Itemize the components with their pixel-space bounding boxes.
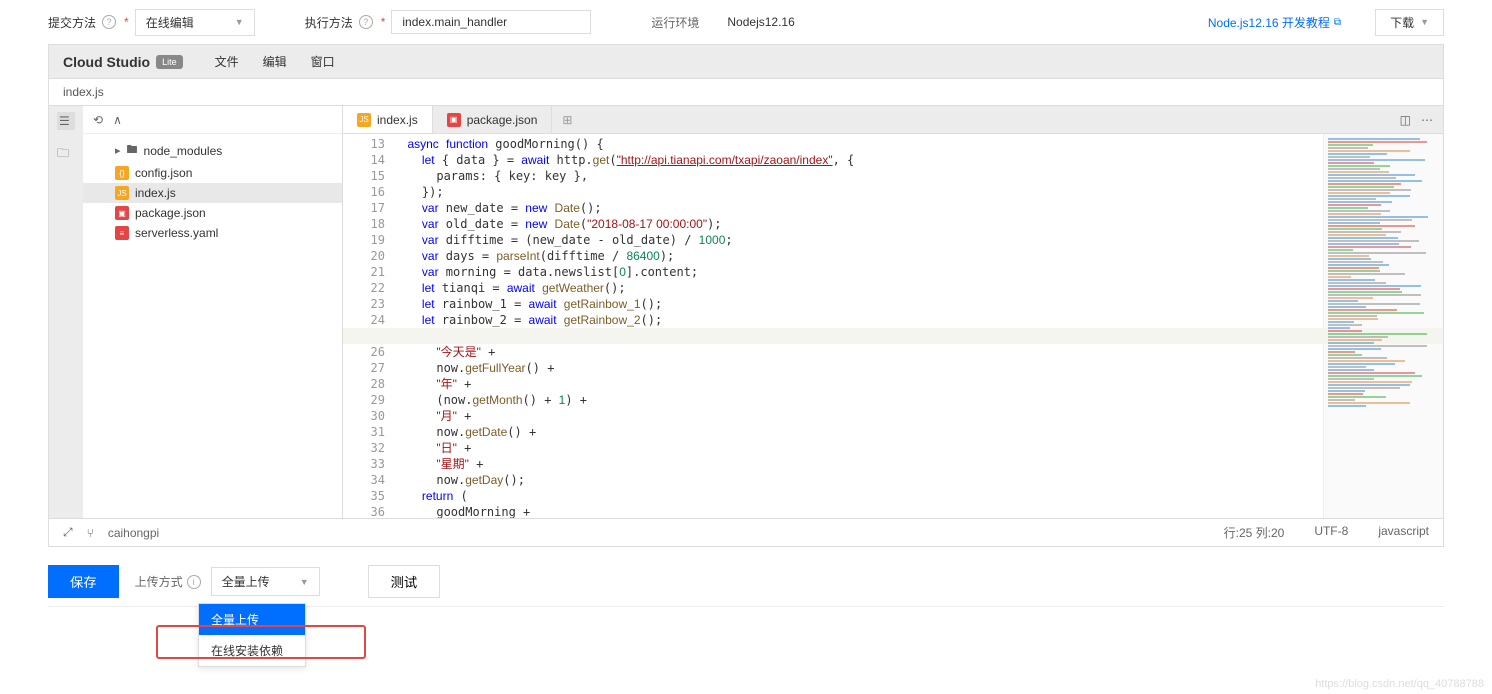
- top-bar: 提交方法 ? * 在线编辑 ▼ 执行方法 ? * index.main_hand…: [0, 0, 1492, 44]
- tab-bar: JS index.js ▣ package.json ⊞ ◫ ⋯: [343, 106, 1443, 134]
- split-editor-icon[interactable]: ◫: [1400, 113, 1411, 127]
- logo: Cloud Studio: [63, 54, 150, 70]
- download-button[interactable]: 下载 ▼: [1375, 9, 1444, 36]
- tree-item-index-js[interactable]: JS index.js: [83, 183, 342, 203]
- chevron-right-icon: ▸: [115, 144, 121, 157]
- chevron-down-icon: ▼: [300, 577, 309, 587]
- test-button[interactable]: 测试: [368, 565, 441, 598]
- tree-item-package-json[interactable]: ▣ package.json: [83, 203, 342, 223]
- folder-icon: 🖿: [127, 141, 138, 160]
- line-gutter: 1314151617181920212223242526272829303132…: [343, 134, 393, 518]
- tree-item-config-json[interactable]: {} config.json: [83, 163, 342, 183]
- runtime-value: Nodejs12.16: [727, 15, 794, 29]
- menu-edit[interactable]: 编辑: [251, 53, 299, 70]
- pkg-file-icon: ▣: [447, 113, 461, 127]
- branch-icon: ⑂: [87, 526, 94, 540]
- tree-item-node_modules[interactable]: ▸ 🖿 node_modules: [83, 138, 342, 163]
- code-area[interactable]: async function goodMorning() { let { dat…: [393, 134, 1323, 518]
- encoding[interactable]: UTF-8: [1314, 524, 1348, 541]
- tree-label: package.json: [135, 206, 206, 220]
- required-mark: *: [124, 15, 129, 29]
- expand-icon[interactable]: ⤢: [63, 525, 73, 540]
- submit-method-value: 在线编辑: [146, 14, 194, 31]
- file-tree: ▸ 🖿 node_modules {} config.json JS index.js ▣ pa…: [83, 134, 342, 518]
- tab-label: index.js: [377, 113, 418, 127]
- tree-label: config.json: [135, 166, 192, 180]
- outline-icon[interactable]: ☰: [57, 112, 75, 130]
- upload-dropdown-menu: 全量上传 在线安装依赖: [198, 603, 306, 667]
- language-mode[interactable]: javascript: [1378, 524, 1429, 541]
- tree-item-serverless-yaml[interactable]: ≡ serverless.yaml: [83, 223, 342, 243]
- chevron-down-icon: ▼: [1420, 17, 1429, 27]
- json-file-icon: {}: [115, 166, 129, 180]
- help-icon[interactable]: ?: [359, 15, 373, 29]
- tab-package-json[interactable]: ▣ package.json: [433, 106, 553, 133]
- tab-index-js[interactable]: JS index.js: [343, 106, 433, 133]
- editor-area: JS index.js ▣ package.json ⊞ ◫ ⋯ 1314151617181…: [343, 106, 1443, 518]
- editor-content[interactable]: 1314151617181920212223242526272829303132…: [343, 134, 1443, 518]
- add-tab-button[interactable]: ⊞: [552, 106, 582, 133]
- exec-method-input[interactable]: index.main_handler: [391, 10, 591, 34]
- file-explorer: ⟲ ∧ ▸ 🖿 node_modules {} config.json JS index.j…: [83, 106, 343, 518]
- minimap[interactable]: [1323, 134, 1443, 518]
- breadcrumb: index.js: [48, 78, 1444, 105]
- js-file-icon: JS: [357, 113, 371, 127]
- submit-method-label: 提交方法: [48, 14, 96, 31]
- required-mark: *: [381, 15, 386, 29]
- dropdown-item-install-deps[interactable]: 在线安装依赖: [199, 635, 305, 666]
- save-button[interactable]: 保存: [48, 565, 119, 598]
- status-bar: ⤢ ⑂ caihongpi 行:25 列:20 UTF-8 javascript: [48, 519, 1444, 547]
- ide-area: ☰ 🗀 ⟲ ∧ ▸ 🖿 node_modules {} config.json JS ind…: [48, 105, 1444, 519]
- tree-label: serverless.yaml: [135, 226, 218, 240]
- watermark: https://blog.csdn.net/qq_40788788: [1315, 678, 1484, 690]
- js-file-icon: JS: [115, 186, 129, 200]
- activity-bar: ☰ 🗀: [49, 106, 83, 518]
- help-icon[interactable]: i: [187, 575, 201, 589]
- tree-label: node_modules: [144, 144, 223, 158]
- tab-label: package.json: [467, 113, 538, 127]
- yaml-file-icon: ≡: [115, 226, 129, 240]
- tutorial-link[interactable]: Node.js12.16 开发教程 ⧉: [1208, 14, 1341, 31]
- files-icon[interactable]: 🗀: [57, 144, 75, 162]
- upload-method-label: 上传方式 i: [135, 573, 201, 590]
- sidebar-toolbar: ⟲ ∧: [83, 106, 342, 134]
- external-link-icon: ⧉: [1334, 17, 1341, 28]
- exec-method-label: 执行方法: [305, 14, 353, 31]
- collapse-icon[interactable]: ∧: [113, 113, 122, 127]
- menu-file[interactable]: 文件: [203, 53, 251, 70]
- chevron-down-icon: ▼: [235, 17, 244, 27]
- cursor-position[interactable]: 行:25 列:20: [1224, 524, 1285, 541]
- lite-badge: Lite: [156, 55, 183, 69]
- help-icon[interactable]: ?: [102, 15, 116, 29]
- more-icon[interactable]: ⋯: [1421, 113, 1433, 127]
- menu-bar: Cloud Studio Lite 文件 编辑 窗口: [48, 44, 1444, 78]
- refresh-icon[interactable]: ⟲: [93, 113, 103, 127]
- dropdown-item-full-upload[interactable]: 全量上传: [199, 604, 305, 635]
- tree-label: index.js: [135, 186, 176, 200]
- upload-method-dropdown[interactable]: 全量上传 ▼: [211, 567, 320, 596]
- menu-window[interactable]: 窗口: [299, 53, 347, 70]
- project-name: caihongpi: [108, 526, 159, 540]
- pkg-file-icon: ▣: [115, 206, 129, 220]
- submit-method-dropdown[interactable]: 在线编辑 ▼: [135, 9, 255, 36]
- bottom-actions: 保存 上传方式 i 全量上传 ▼ 测试 全量上传 在线安装依赖: [0, 547, 1492, 606]
- runtime-label: 运行环境: [651, 14, 699, 31]
